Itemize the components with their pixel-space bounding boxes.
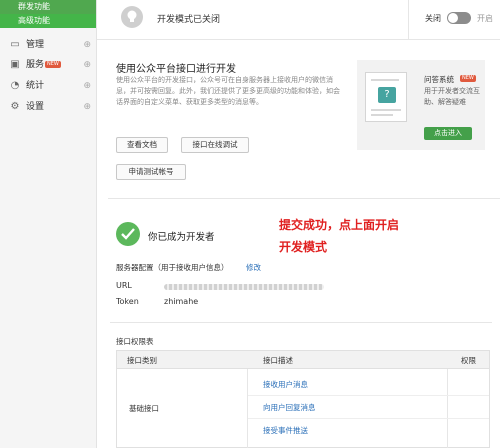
sidebar-item-label: 统计: [26, 81, 45, 91]
new-badge: NEW: [460, 75, 476, 82]
sidebar-item-label: 服务: [26, 60, 45, 70]
lightbulb-icon: [121, 6, 143, 28]
dev-mode-status: 开发模式已关闭: [157, 15, 221, 25]
qa-promo-card: ? 问答系统 NEW 用于开发者交流互助、解答疑难 点击进入: [357, 60, 485, 150]
table-row-link[interactable]: 接受事件推送: [263, 425, 308, 436]
sidebar-item-settings[interactable]: ⚙ 设置 ⊕: [0, 98, 97, 116]
expand-icon: ⊕: [83, 81, 91, 91]
section-divider: [110, 322, 492, 323]
gear-icon: ⚙: [10, 101, 20, 112]
permissions-title: 接口权限表: [116, 337, 154, 346]
header-permission: 权限: [461, 356, 476, 365]
toggle-on-label: 开启: [477, 14, 493, 23]
online-debug-button[interactable]: 接口在线调试: [181, 137, 249, 153]
section-divider: [108, 198, 500, 199]
illustration-line: [371, 114, 393, 116]
intro-title: 使用公众平台接口进行开发: [116, 64, 236, 75]
sidebar-item-service[interactable]: ▣ 服务 NEW ⊕: [0, 56, 97, 74]
enter-qa-button[interactable]: 点击进入: [424, 127, 472, 140]
column-divider: [247, 369, 248, 448]
promo-description: 用于开发者交流互助、解答疑难: [424, 87, 480, 106]
table-header: 接口类别 接口描述 权限: [117, 351, 489, 369]
toggle-off-label: 关闭: [425, 14, 441, 23]
expand-icon: ⊕: [83, 60, 91, 70]
sidebar-item-manage[interactable]: ▭ 管理 ⊕: [0, 36, 97, 54]
sidebar-item-stats[interactable]: ◔ 统计 ⊕: [0, 77, 97, 95]
expand-icon: ⊕: [83, 102, 91, 112]
token-value: zhimahe: [164, 297, 199, 306]
row-divider: [248, 395, 489, 396]
promo-title: 问答系统: [424, 75, 454, 84]
sidebar-item-label: 设置: [26, 102, 45, 112]
check-icon: [116, 222, 140, 246]
sidebar-item-label: 管理: [26, 40, 45, 50]
qa-illustration: ?: [365, 72, 407, 122]
sidebar: 群发功能 高级功能 ▭ 管理 ⊕ ▣ 服务 NEW ⊕ ◔ 统计 ⊕ ⚙ 设置 …: [0, 0, 97, 448]
header-category: 接口类别: [127, 356, 157, 365]
question-icon: ?: [378, 87, 396, 103]
category-cell: 基础接口: [129, 404, 159, 413]
annotation-text: 提交成功，点上面开启: [279, 218, 400, 232]
sidebar-subitem-advanced[interactable]: 高级功能: [0, 14, 96, 28]
illustration-line: [371, 79, 399, 81]
new-badge: NEW: [45, 61, 61, 68]
folder-icon: ▭: [10, 39, 20, 50]
url-label: URL: [116, 281, 132, 290]
apply-test-account-button[interactable]: 申请测试帐号: [116, 164, 186, 180]
annotation-text: 开发模式: [279, 240, 328, 254]
illustration-line: [371, 109, 401, 111]
view-docs-button[interactable]: 查看文档: [116, 137, 168, 153]
column-divider: [447, 369, 448, 448]
dev-mode-toggle[interactable]: [447, 12, 471, 24]
intro-description: 使用公众平台的开发接口，公众号可在自身服务器上接收用户的微信消息，并可按需回复。…: [116, 76, 340, 106]
chart-icon: ◔: [10, 80, 20, 91]
table-row-link[interactable]: 向用户回复消息: [263, 402, 316, 413]
table-row-link[interactable]: 接收用户消息: [263, 379, 308, 390]
sidebar-subitem-mass-send[interactable]: 群发功能: [0, 0, 96, 14]
token-label: Token: [116, 297, 139, 306]
divider: [408, 0, 409, 40]
toggle-knob: [448, 13, 458, 23]
expand-icon: ⊕: [83, 40, 91, 50]
permissions-table: 接口类别 接口描述 权限 基础接口 接收用户消息 向用户回复消息 接受事件推送: [116, 350, 490, 448]
service-icon: ▣: [10, 59, 20, 70]
edit-link[interactable]: 修改: [246, 262, 261, 273]
url-value-blurred: [164, 284, 324, 290]
header-description: 接口描述: [263, 356, 293, 365]
dev-mode-bar: 开发模式已关闭 关闭 开启: [97, 0, 500, 40]
row-divider: [248, 418, 489, 419]
developer-status-text: 你已成为开发者: [148, 232, 215, 243]
server-config-title: 服务器配置（用于接收用户信息）: [116, 263, 229, 272]
